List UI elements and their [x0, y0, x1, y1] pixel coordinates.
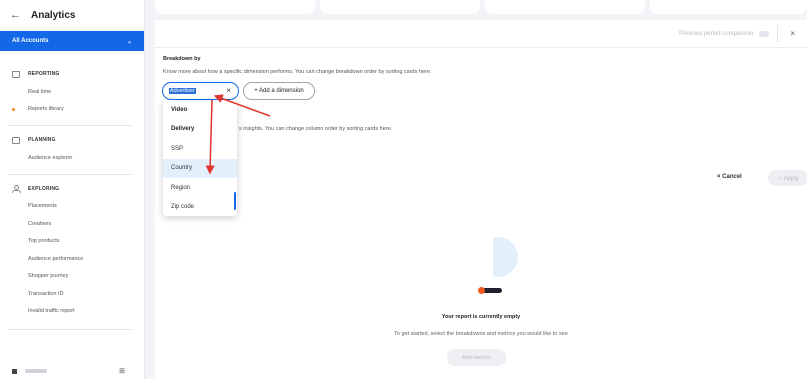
- dropdown-option-ssp[interactable]: SSP: [163, 139, 237, 159]
- sidebar-header: ← Analytics: [0, 0, 144, 30]
- dropdown-group-delivery: Delivery: [171, 126, 195, 133]
- sidebar-item-real-time[interactable]: Real time: [12, 83, 144, 101]
- sidebar-item-label: Real time: [28, 88, 52, 95]
- exploring-label: EXPLORING: [28, 185, 60, 192]
- sidebar-item-label: Reports library: [28, 106, 64, 113]
- sidebar-item-audience-explorer[interactable]: Audience explorer: [12, 149, 144, 167]
- sidebar-item-label: Audience explorer: [28, 154, 73, 161]
- report-builder-panel: Previous period comparison × Breakdown b…: [155, 20, 807, 379]
- chevron-down-icon: ⌄: [126, 38, 132, 45]
- user-name-redacted: [25, 369, 47, 373]
- divider: [8, 329, 132, 330]
- toggle-switch[interactable]: [759, 30, 770, 37]
- app-title: Analytics: [31, 9, 76, 21]
- sidebar-item-reports-library[interactable]: Reports library: [12, 101, 144, 119]
- dimension-dropdown: Video Delivery SSP Country Region Zip co…: [163, 100, 237, 216]
- summary-tile: [485, 0, 645, 14]
- account-selector[interactable]: All Accounts ⌄: [0, 31, 144, 51]
- breakdown-title: Breakdown by: [163, 56, 201, 62]
- account-label: All Accounts: [12, 38, 49, 44]
- dropdown-group-video: Video: [171, 106, 188, 113]
- divider: [8, 125, 132, 126]
- planning-header: PLANNING: [12, 135, 144, 145]
- sidebar-item-top-products[interactable]: Top products: [12, 233, 144, 251]
- comparison-toggle[interactable]: Previous period comparison: [678, 30, 770, 37]
- exploring-header: EXPLORING: [12, 184, 144, 194]
- dropdown-option-country[interactable]: Country: [163, 158, 237, 178]
- metrics-description: s insights. You can change column order …: [239, 126, 393, 132]
- reporting-section: REPORTING Real time Reports library: [0, 69, 144, 118]
- empty-illustration-mask: [473, 232, 493, 282]
- dropdown-option-zip-code[interactable]: Zip code: [163, 198, 237, 217]
- sidebar-item-creatives[interactable]: Creatives: [12, 215, 144, 233]
- sidebar-item-label: Transaction ID: [28, 290, 64, 297]
- breakdown-description: Know more about how a specific dimension…: [163, 69, 432, 75]
- collapse-sidebar-icon[interactable]: ⊞: [119, 367, 125, 375]
- sidebar-item-shopper-journey[interactable]: Shopper journey: [12, 268, 144, 286]
- planning-section: PLANNING Audience explorer: [0, 135, 144, 167]
- sidebar-item-audience-performance[interactable]: Audience performance: [12, 250, 144, 268]
- summary-tile: [650, 0, 807, 14]
- empty-state-title: Your report is currently empty: [441, 314, 521, 320]
- apply-button[interactable]: ✓ Apply: [768, 170, 807, 186]
- sidebar-item-label: Creatives: [28, 220, 52, 227]
- monitor-icon: [12, 70, 20, 78]
- sidebar-item-label: Invalid traffic report: [28, 308, 75, 315]
- comparison-label: Previous period comparison: [678, 30, 754, 37]
- add-dimension-button[interactable]: + Add a dimension: [243, 82, 315, 100]
- sidebar-item-placements[interactable]: Placements: [12, 198, 144, 216]
- dropdown-scrollbar[interactable]: [234, 192, 236, 210]
- cancel-button[interactable]: × Cancel: [717, 174, 742, 180]
- remove-chip-icon[interactable]: ×: [226, 86, 231, 95]
- empty-illustration-dot: [478, 287, 485, 294]
- avatar: [12, 368, 17, 374]
- sidebar-item-label: Audience performance: [28, 255, 84, 262]
- close-icon[interactable]: ×: [790, 29, 795, 38]
- calendar-icon: [12, 136, 20, 144]
- dropdown-option-region[interactable]: Region: [163, 178, 237, 198]
- sidebar-item-label: Top products: [28, 238, 60, 245]
- sidebar-item-transaction-id[interactable]: Transaction ID: [12, 285, 144, 303]
- summary-tile: [320, 0, 480, 14]
- arrow-left-icon[interactable]: ←: [10, 9, 21, 21]
- reporting-header: REPORTING: [12, 69, 144, 79]
- add-metrics-button[interactable]: Add metrics: [447, 349, 506, 366]
- divider: [8, 173, 132, 175]
- planning-label: PLANNING: [28, 137, 56, 143]
- sidebar-item-label: Placements: [28, 203, 57, 210]
- sidebar: ← Analytics All Accounts ⌄ REPORTING Rea…: [0, 0, 145, 379]
- sidebar-item-label: Shopper journey: [28, 273, 69, 280]
- active-dot-icon: [12, 107, 15, 111]
- summary-tile: [155, 0, 315, 14]
- summary-tiles: [155, 0, 807, 14]
- divider: [777, 24, 779, 43]
- empty-state-description: To get started, select the breakdowns an…: [394, 331, 568, 337]
- reporting-label: REPORTING: [28, 71, 60, 77]
- chip-label[interactable]: Advertiser: [169, 88, 196, 94]
- sidebar-item-invalid-traffic-report[interactable]: Invalid traffic report: [12, 303, 144, 321]
- empty-illustration-bar: [482, 288, 502, 293]
- user-menu[interactable]: ⊞: [0, 363, 145, 379]
- panel-header: Previous period comparison ×: [155, 20, 807, 48]
- dimension-chip-advertiser[interactable]: Advertiser ×: [162, 82, 239, 100]
- user-icon: [12, 184, 21, 193]
- exploring-section: EXPLORING Placements Creatives Top produ…: [0, 184, 144, 321]
